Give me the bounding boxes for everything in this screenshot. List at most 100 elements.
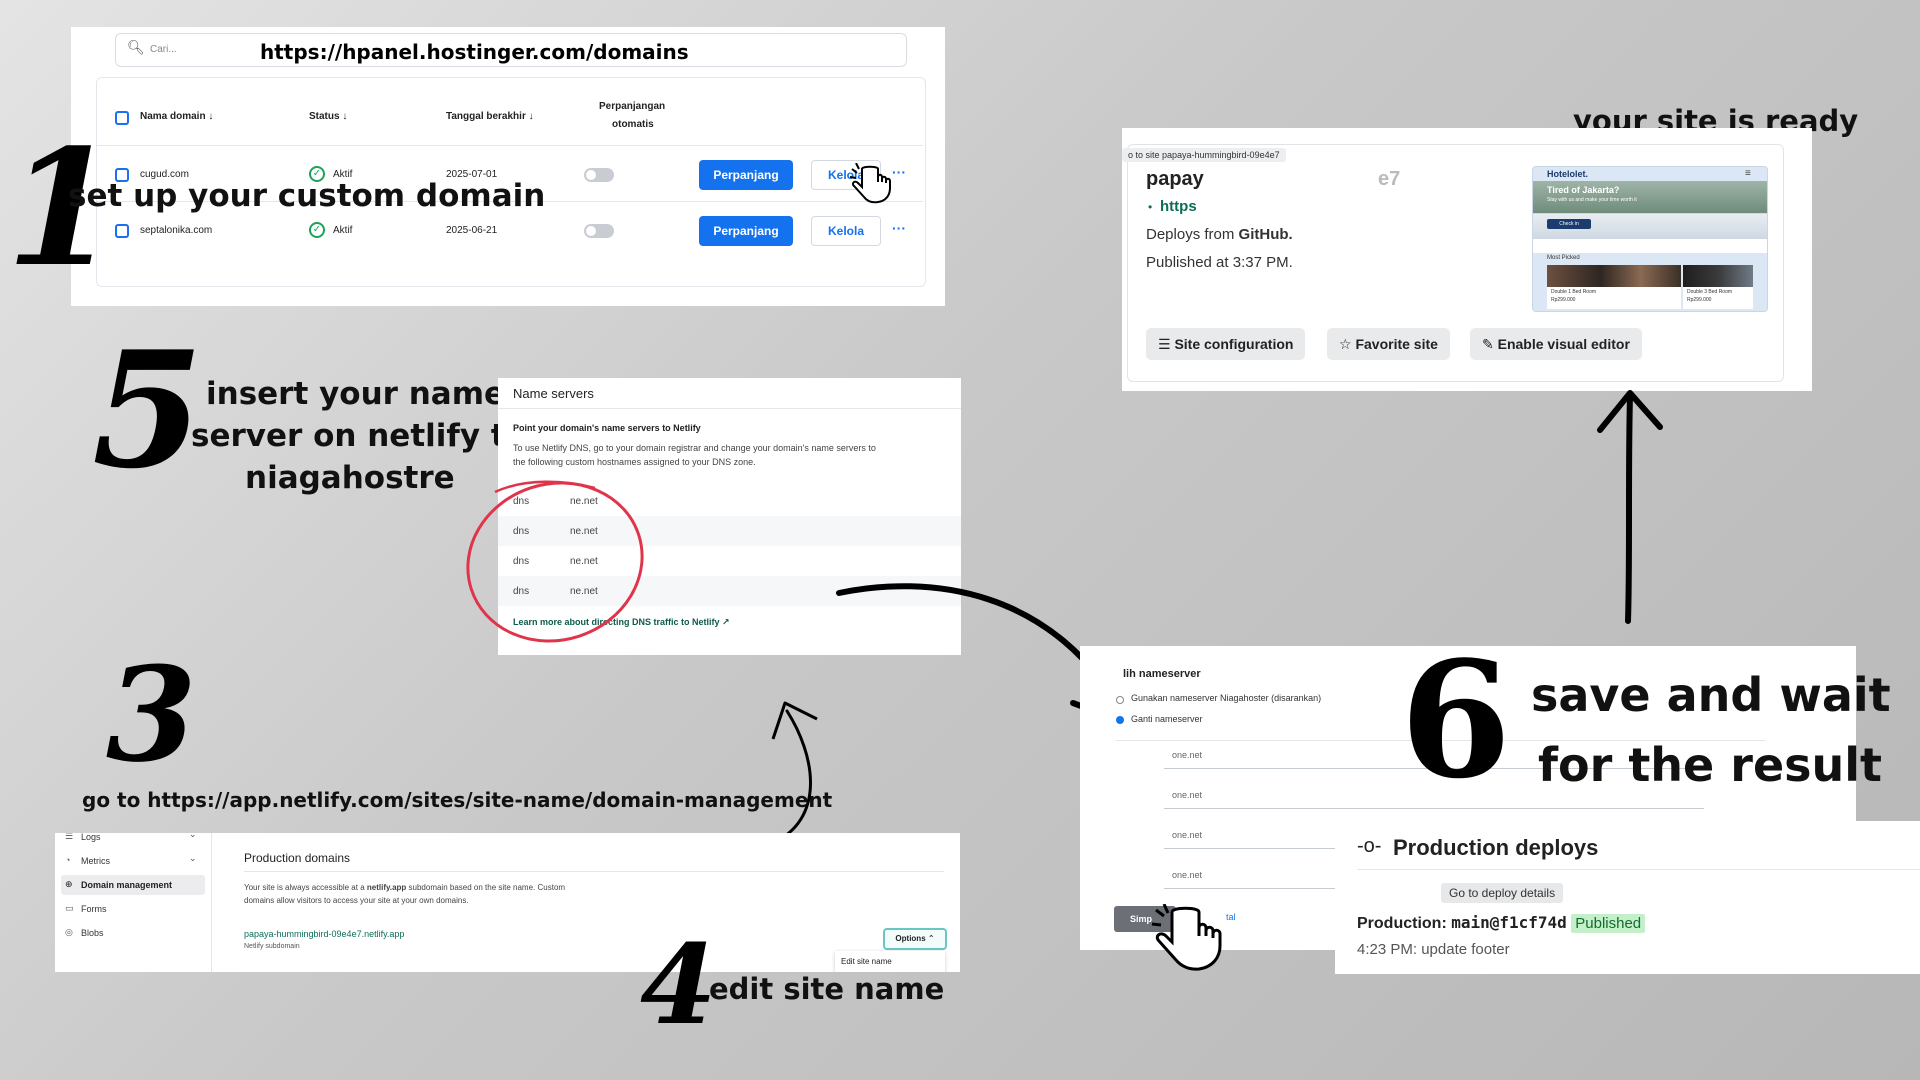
step-3-caption: go to https://app.netlify.com/sites/site… — [82, 788, 833, 812]
nameserver-value: one.net — [1172, 870, 1203, 880]
hand-pointer-icon — [1151, 904, 1222, 971]
manage-button[interactable]: Kelola — [811, 216, 881, 246]
step-1-caption: set up your custom domain — [68, 178, 546, 214]
enable-visual-editor-button[interactable]: ✎ Enable visual editor — [1470, 328, 1642, 360]
domain-name[interactable]: septalonika.com — [140, 225, 212, 236]
search-input[interactable]: Cari... — [150, 44, 177, 55]
bullet: • — [1148, 200, 1153, 214]
more-options-icon[interactable]: ··· — [892, 164, 906, 180]
autorenew-toggle[interactable] — [584, 168, 614, 182]
desc-line-1: Your site is always accessible at a netl… — [244, 883, 565, 892]
renew-button[interactable]: Perpanjang — [699, 160, 793, 190]
desc-line-2: domains allow visitors to access your si… — [244, 896, 469, 905]
thumb-brand: Hotelolet. — [1547, 169, 1589, 179]
thumb-hero-sub: Stay with us and make your time worth it — [1547, 197, 1637, 203]
radio-recommended-label: Gunakan nameserver Niagahoster (disarank… — [1131, 693, 1322, 703]
hand-pointer-icon — [849, 163, 891, 204]
renew-button[interactable]: Perpanjang — [699, 216, 793, 246]
step-number-4: 4 — [640, 920, 717, 1049]
title-divider — [244, 871, 944, 872]
menu-icon: ≡ — [1745, 168, 1751, 179]
edit-site-name-menu-item[interactable]: Edit site name — [841, 957, 892, 966]
commit-ref: main@f1cf74d — [1451, 913, 1567, 932]
settings-icon: ☰ — [1158, 336, 1171, 352]
site-url-link[interactable]: https — [1160, 198, 1197, 215]
sidebar-item-metrics[interactable]: Metrics — [81, 856, 110, 866]
enable-visual-editor-label: Enable visual editor — [1497, 336, 1630, 352]
step-5-caption-line-1: insert your name — [206, 376, 506, 412]
header-divider — [97, 145, 923, 146]
star-icon: ☆ — [1339, 336, 1352, 352]
desc-1c: subdomain based on the site name. Custom — [406, 883, 566, 892]
more-options-icon[interactable]: ··· — [892, 220, 906, 236]
column-status[interactable]: Status ↓ — [309, 111, 347, 122]
netlify-domain-management-panel: ☰ Logs ⌄ ◔ Metrics ⌄ ⊕ Domain management… — [55, 833, 960, 972]
column-domain[interactable]: Nama domain ↓ — [140, 111, 213, 122]
panel-title: Name servers — [513, 386, 594, 401]
column-autorenew: Perpanjangan — [599, 101, 666, 112]
thumb-card-1-title: Double 1 Bed Room — [1551, 289, 1597, 295]
red-circle-annotation — [466, 480, 644, 643]
globe-icon: ⊕ — [65, 879, 73, 889]
production-deploys-title: Production deploys — [1393, 835, 1599, 860]
thumb-cta: Check in — [1547, 219, 1591, 229]
thumb-card-2-price: Rp299.000 — [1687, 297, 1712, 303]
deploy-row-link[interactable]: Production: main@f1cf74d Published — [1357, 913, 1646, 933]
netlify-subdomain-label: Netlify subdomain — [244, 943, 300, 950]
step-number-6: 6 — [1400, 626, 1512, 814]
site-name[interactable]: papay — [1146, 168, 1204, 191]
nameserver-value: one.net — [1172, 750, 1203, 760]
deploys-prefix: Deploys from — [1146, 226, 1239, 243]
select-all-checkbox[interactable] — [115, 111, 129, 125]
step-6-caption-line-2: for the result — [1538, 738, 1883, 792]
redaction-block — [1210, 166, 1360, 194]
production-deploys-panel: -o- Production deploys Go to deploy deta… — [1335, 821, 1920, 974]
arrow-up-small-annotation — [771, 701, 818, 843]
check-circle-icon: ✓ — [309, 222, 325, 238]
column-expiry[interactable]: Tanggal berakhir ↓ — [446, 111, 534, 122]
sidebar-item-domain-label: Domain management — [81, 880, 173, 890]
sidebar-item-logs[interactable]: Logs — [81, 833, 101, 842]
ns-desc-1: To use Netlify DNS, go to your domain re… — [513, 443, 876, 453]
step-number-3: 3 — [106, 638, 197, 791]
sidebar-item-blobs[interactable]: Blobs — [81, 928, 104, 938]
site-configuration-label: Site configuration — [1174, 336, 1294, 352]
step-4-caption: edit site name — [709, 972, 945, 1006]
thumb-card-1: Double 1 Bed Room Rp299.000 — [1547, 265, 1681, 309]
radio-recommended[interactable] — [1116, 696, 1124, 704]
thumb-card-1-image — [1547, 265, 1681, 287]
step-5-caption-line-2: server on netlify to — [191, 418, 528, 454]
search-icon: 🔍︎ — [127, 39, 145, 55]
pencil-icon: ✎ — [1482, 336, 1494, 352]
favorite-site-label: Favorite site — [1355, 336, 1438, 352]
ns-subtitle: Point your domain's name servers to Netl… — [513, 423, 701, 433]
sidebar-item-forms[interactable]: Forms — [81, 904, 107, 914]
expiry-date: 2025-06-21 — [446, 225, 498, 236]
step-number-5: 5 — [92, 316, 204, 504]
desc-1b: netlify.app — [366, 883, 407, 892]
netlify-site-overview: o to site papaya-hummingbird-09e4e7 papa… — [1122, 128, 1812, 391]
autorenew-toggle[interactable] — [584, 224, 614, 238]
production-label: Production: — [1357, 915, 1452, 932]
step-5-caption-line-3: niagahostre — [245, 460, 455, 496]
cancel-link[interactable]: tal — [1226, 912, 1236, 922]
logs-icon: ☰ — [65, 833, 74, 841]
thumb-card-2-title: Double 3 Bed Room — [1687, 289, 1733, 295]
metrics-icon: ◔ — [65, 855, 71, 865]
nameserver-value: one.net — [1172, 830, 1203, 840]
title-divider — [1357, 869, 1920, 870]
deploy-time: 4:23 PM: update footer — [1357, 941, 1510, 958]
nameserver-value: one.net — [1172, 790, 1203, 800]
published-badge: Published — [1571, 914, 1646, 933]
status-text: Aktif — [333, 225, 353, 236]
tooltip: Go to deploy details — [1441, 883, 1564, 903]
favorite-site-button[interactable]: ☆ Favorite site — [1327, 328, 1450, 360]
site-configuration-button[interactable]: ☰ Site configuration — [1146, 328, 1306, 360]
column-autorenew-2: otomatis — [612, 119, 654, 130]
radio-custom[interactable] — [1116, 716, 1124, 724]
tooltip: o to site papaya-hummingbird-09e4e7 — [1122, 148, 1286, 162]
radio-custom-label: Ganti nameserver — [1131, 714, 1203, 724]
options-button[interactable]: Options ⌃ — [883, 928, 947, 950]
site-thumbnail[interactable]: Hotelolet. ≡ Tired of Jakarta? Stay with… — [1532, 166, 1768, 312]
netlify-subdomain-link[interactable]: papaya-hummingbird-09e4e7.netlify.app — [244, 929, 404, 939]
